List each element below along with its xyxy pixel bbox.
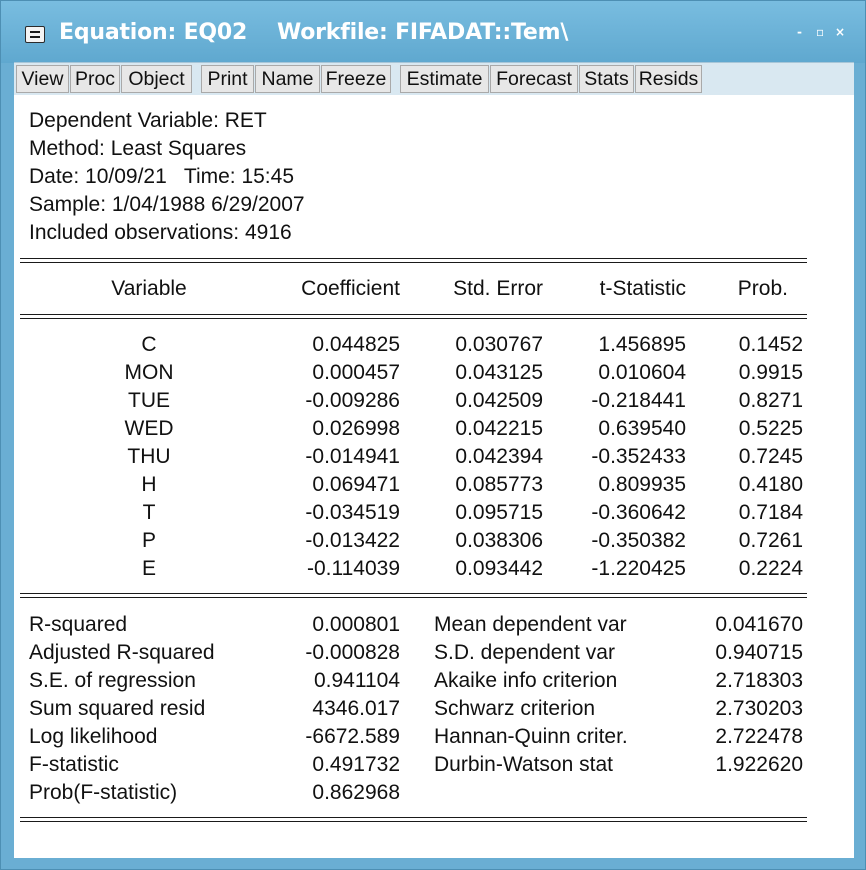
std-error-value: 0.042394 [455,445,543,468]
dependent-variable: Dependent Variable: RET [29,109,267,132]
title-bar[interactable]: Equation: EQ02 Workfile: FIFADAT::Tem\ -… [1,1,865,63]
stat-value: 0.491732 [312,753,400,776]
stat-value: 0.000801 [312,613,400,636]
prob-value: 0.7184 [738,501,803,524]
minimize-button[interactable]: - [797,25,802,39]
object-button[interactable]: Object [121,65,192,93]
stat-label: Schwarz criterion [434,697,596,720]
stats-button[interactable]: Stats [579,65,634,93]
stat-value: 2.722478 [715,725,803,748]
window-title: Equation: EQ02 Workfile: FIFADAT::Tem\ [59,20,569,45]
divider [20,262,807,263]
prob-value: 0.9915 [738,361,803,384]
proc-button[interactable]: Proc [70,65,120,93]
divider [20,817,807,818]
variable-name: MON [124,361,174,384]
column-header-std-error: Std. Error [453,277,543,300]
variable-name: WED [124,417,174,440]
stat-value: 2.730203 [715,697,803,720]
stat-value: -0.000828 [305,641,400,664]
stat-value: 0.862968 [312,781,400,804]
variable-name: C [141,333,157,356]
stat-label: Adjusted R-squared [29,641,215,664]
stat-label: Log likelihood [29,725,158,748]
stat-label: Akaike info criterion [434,669,618,692]
stat-value: 0.041670 [715,613,803,636]
stat-label: S.D. dependent var [434,641,615,664]
resids-button[interactable]: Resids [635,65,702,93]
std-error-value: 0.038306 [455,529,543,552]
std-error-value: 0.042215 [455,417,543,440]
stat-label: Sum squared resid [29,697,206,720]
stat-label: R-squared [29,613,128,636]
coefficient-value: 0.000457 [312,361,400,384]
divider [20,314,807,315]
stat-label: S.E. of regression [29,669,196,692]
coefficient-value: -0.114039 [306,557,400,580]
stat-value: 4346.017 [312,697,400,720]
divider [20,597,807,598]
divider [20,318,807,319]
coefficient-value: 0.069471 [312,473,400,496]
coefficient-value: 0.026998 [312,417,400,440]
date-time: Date: 10/09/21 Time: 15:45 [29,165,295,188]
estimation-output[interactable]: Dependent Variable: RET Method: Least Sq… [14,95,854,858]
stat-label: Mean dependent var [434,613,627,636]
stat-value: 0.941104 [313,669,400,692]
stat-label: Durbin-Watson stat [434,753,613,776]
prob-value: 0.4180 [738,473,803,496]
coefficient-value: -0.009286 [305,389,400,412]
coefficient-value: -0.013422 [305,529,400,552]
stat-value: 0.940715 [715,641,803,664]
forecast-button[interactable]: Forecast [490,65,578,93]
std-error-value: 0.093442 [455,557,543,580]
variable-name: H [141,473,157,496]
coefficient-value: 0.044825 [312,333,400,356]
divider [20,821,807,822]
coefficient-value: -0.034519 [305,501,400,524]
stat-value: 1.922620 [715,753,803,776]
freeze-button[interactable]: Freeze [321,65,391,93]
divider [20,258,807,259]
column-header-coefficient: Coefficient [301,277,400,300]
variable-name: E [141,557,156,580]
prob-value: 0.2224 [738,557,803,580]
stat-value: 2.718303 [715,669,803,692]
stat-value: -6672.589 [305,725,400,748]
stat-label: Hannan-Quinn criter. [434,725,628,748]
restore-button[interactable]: ▫ [816,25,824,39]
equation-window: Equation: EQ02 Workfile: FIFADAT::Tem\ -… [0,0,866,870]
coefficient-value: -0.014941 [305,445,400,468]
std-error-value: 0.085773 [455,473,543,496]
variable-name: P [141,529,156,552]
variable-name: THU [127,445,171,468]
variable-name: TUE [128,389,170,412]
std-error-value: 0.042509 [455,389,543,412]
stat-label: Prob(F-statistic) [29,781,178,804]
stat-label: F-statistic [29,753,119,776]
sample: Sample: 1/04/1988 6/29/2007 [29,193,305,216]
prob-value: 0.8271 [738,389,803,412]
method: Method: Least Squares [29,137,247,160]
prob-value: 0.5225 [738,417,803,440]
estimate-button[interactable]: Estimate [400,65,489,93]
prob-value: 0.7261 [738,529,803,552]
prob-value: 0.7245 [738,445,803,468]
view-button[interactable]: View [16,65,69,93]
variable-name: T [142,501,156,524]
print-button[interactable]: Print [201,65,254,93]
toolbar: View Proc Object Print Name Freeze Estim… [14,62,854,95]
std-error-value: 0.043125 [455,361,543,384]
name-button[interactable]: Name [255,65,320,93]
column-header-variable: Variable [111,277,187,300]
std-error-value: 0.030767 [455,333,543,356]
std-error-value: 0.095715 [455,501,543,524]
column-header-prob: Prob. [737,277,788,300]
divider [20,593,807,594]
window-menu-icon[interactable] [25,26,45,43]
observations: Included observations: 4916 [29,221,292,244]
close-button[interactable]: × [835,25,845,39]
prob-value: 0.1452 [738,333,803,356]
